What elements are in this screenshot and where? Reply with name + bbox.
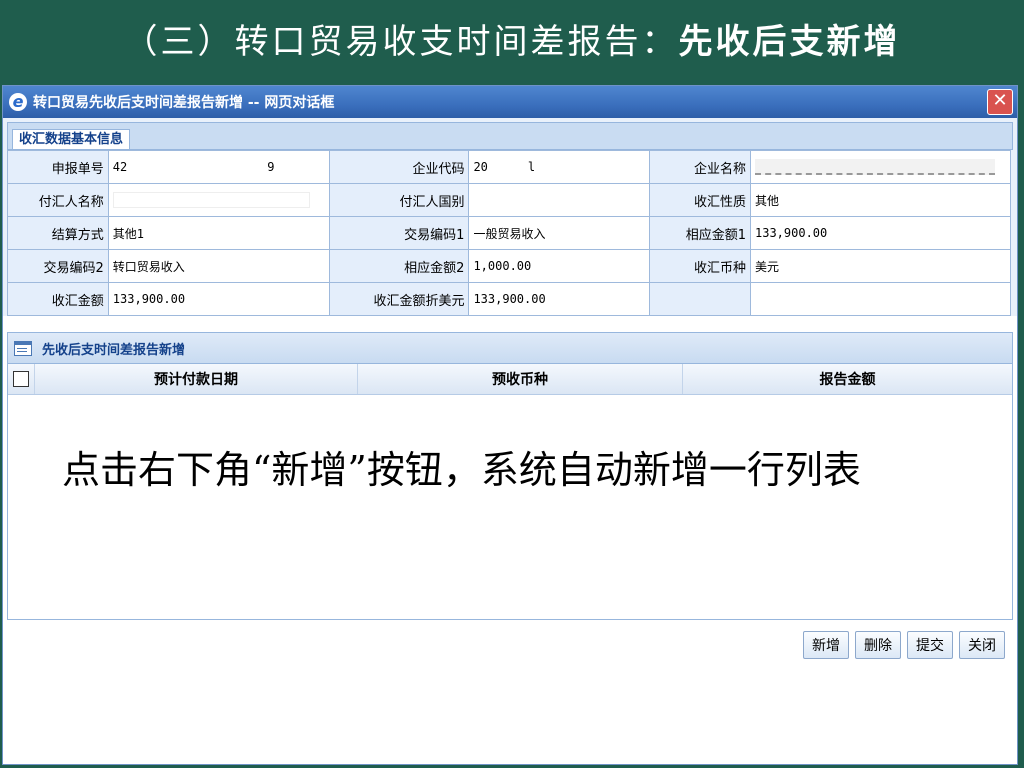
label-declaration-no: 申报单号 (7, 150, 109, 184)
value-receipt-amount-usd: 133,900.00 (468, 282, 651, 316)
label-receipt-amount-usd: 收汇金额折美元 (328, 282, 470, 316)
table-row: 付汇人名称 付汇人国别 收汇性质 其他 (7, 183, 1011, 217)
submit-button[interactable]: 提交 (907, 631, 953, 659)
report-grid-panel: 先收后支时间差报告新增 预计付款日期 预收币种 报告金额 点击右下角“新增”按钮… (7, 332, 1013, 620)
grid-header: 先收后支时间差报告新增 (8, 333, 1012, 364)
value-amount-2: 1,000.00 (468, 249, 651, 283)
label-payer-country: 付汇人国别 (328, 183, 470, 217)
table-row: 申报单号 42 9 企业代码 20 l 企业名称 (7, 150, 1011, 184)
label-amount-2: 相应金额2 (328, 249, 470, 283)
delete-button[interactable]: 删除 (855, 631, 901, 659)
label-payer-name: 付汇人名称 (7, 183, 109, 217)
slide-title-bold: 先收后支新增 (678, 21, 901, 62)
info-table: 申报单号 42 9 企业代码 20 l 企业名称 付汇人名称 付汇人国别 收汇性质 (7, 150, 1011, 316)
close-button[interactable]: 关闭 (959, 631, 1005, 659)
value-payer-country (468, 183, 651, 217)
instruction-note: 点击右下角“新增”按钮，系统自动新增一行列表 (62, 448, 861, 492)
tab-strip: 收汇数据基本信息 (7, 122, 1013, 150)
value-company-name (750, 150, 1011, 184)
table-row: 结算方式 其他1 交易编码1 一般贸易收入 相应金额1 133,900.00 (7, 216, 1011, 250)
dialog-titlebar: e 转口贸易先收后支时间差报告新增 -- 网页对话框 ✕ (3, 86, 1017, 118)
label-trade-code-2: 交易编码2 (7, 249, 109, 283)
button-row: 新增 删除 提交 关闭 (803, 631, 1005, 659)
empty-value-cell (750, 282, 1011, 316)
select-all-checkbox[interactable] (13, 371, 29, 387)
table-row: 收汇金额 133,900.00 收汇金额折美元 133,900.00 (7, 282, 1011, 316)
slide-title-prefix: （三）转口贸易收支时间差报告： (123, 21, 679, 62)
label-receipt-amount: 收汇金额 (7, 282, 109, 316)
label-receipt-nature: 收汇性质 (649, 183, 751, 217)
browser-icon: e (9, 93, 27, 111)
column-expected-pay-date[interactable]: 预计付款日期 (35, 364, 358, 394)
dialog-window: e 转口贸易先收后支时间差报告新增 -- 网页对话框 ✕ 收汇数据基本信息 申报… (2, 85, 1018, 765)
slide-title: （三）转口贸易收支时间差报告： 先收后支新增 (0, 0, 1024, 76)
label-company-name: 企业名称 (649, 150, 751, 184)
add-button[interactable]: 新增 (803, 631, 849, 659)
tab-basic-info[interactable]: 收汇数据基本信息 (12, 129, 131, 149)
value-amount-1: 133,900.00 (750, 216, 1011, 250)
value-declaration-no: 42 9 (107, 150, 330, 184)
label-receipt-currency: 收汇币种 (649, 249, 751, 283)
close-icon[interactable]: ✕ (987, 89, 1013, 115)
label-trade-code-1: 交易编码1 (328, 216, 470, 250)
grid-icon (14, 340, 32, 356)
select-all-cell (8, 364, 35, 394)
value-trade-code-2: 转口贸易收入 (107, 249, 330, 283)
grid-column-header: 预计付款日期 预收币种 报告金额 (8, 364, 1012, 395)
value-payer-name (107, 183, 330, 217)
dialog-title: 转口贸易先收后支时间差报告新增 -- 网页对话框 (33, 95, 335, 111)
table-row: 交易编码2 转口贸易收入 相应金额2 1,000.00 收汇币种 美元 (7, 249, 1011, 283)
value-receipt-amount: 133,900.00 (107, 282, 330, 316)
label-settlement-method: 结算方式 (7, 216, 109, 250)
label-company-code: 企业代码 (328, 150, 470, 184)
grid-title: 先收后支时间差报告新增 (42, 342, 186, 358)
label-amount-1: 相应金额1 (649, 216, 751, 250)
value-settlement-method: 其他1 (107, 216, 330, 250)
dialog-body: 收汇数据基本信息 申报单号 42 9 企业代码 20 l 企业名称 付汇人名称 … (3, 118, 1017, 316)
value-company-code: 20 l (468, 150, 651, 184)
column-report-amount[interactable]: 报告金额 (683, 364, 1012, 394)
value-receipt-nature: 其他 (750, 183, 1011, 217)
value-receipt-currency: 美元 (750, 249, 1011, 283)
empty-label-cell (649, 282, 751, 316)
column-advance-currency[interactable]: 预收币种 (358, 364, 683, 394)
value-trade-code-1: 一般贸易收入 (468, 216, 651, 250)
